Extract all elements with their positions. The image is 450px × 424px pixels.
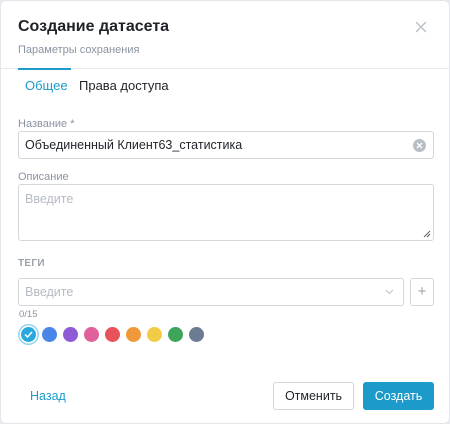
tab-general[interactable]: Общее [25,78,68,94]
name-field-label: Название * [18,118,75,130]
clear-input-icon[interactable] [413,139,426,152]
tags-select[interactable]: Введите [18,278,404,306]
description-textarea[interactable]: Введите [18,184,434,241]
color-swatch[interactable] [147,327,162,342]
description-placeholder: Введите [25,192,74,206]
create-button[interactable]: Создать [363,382,434,410]
dialog-header: Создание датасета Параметры сохранения [18,17,169,57]
tab-bar: Общее Права доступа [1,68,449,100]
color-swatch[interactable] [126,327,141,342]
name-input-value: Объединенный Клиент63_статистика [25,138,243,152]
color-swatch[interactable] [189,327,204,342]
color-swatch[interactable] [105,327,120,342]
tags-heading: ТЕГИ [18,258,45,269]
tab-access-rights[interactable]: Права доступа [79,78,169,94]
resize-handle-icon[interactable] [423,230,431,238]
create-dataset-dialog: Создание датасета Параметры сохранения О… [0,0,450,424]
name-input[interactable]: Объединенный Клиент63_статистика [18,131,434,159]
color-swatch[interactable] [42,327,57,342]
dialog-subtitle: Параметры сохранения [18,44,140,56]
description-field-label: Описание [18,171,69,183]
cancel-button[interactable]: Отменить [273,382,354,410]
checkmark-icon [24,331,33,338]
color-swatch[interactable] [21,327,36,342]
tags-counter: 0/15 [19,309,38,320]
color-swatch[interactable] [63,327,78,342]
color-swatch[interactable] [84,327,99,342]
active-tab-indicator [18,68,71,70]
close-icon[interactable] [413,19,429,35]
add-tag-button[interactable]: + [410,278,434,306]
back-button[interactable]: Назад [30,389,66,403]
dialog-title: Создание датасета [18,18,170,35]
tags-placeholder: Введите [25,285,74,299]
color-swatch[interactable] [168,327,183,342]
chevron-down-icon [385,289,394,295]
